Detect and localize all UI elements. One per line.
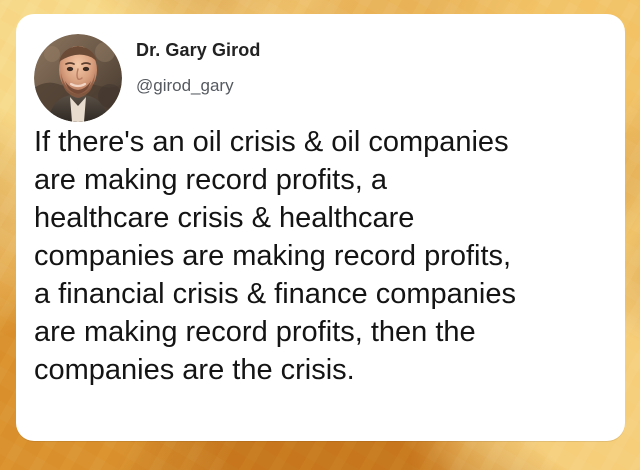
author-handle[interactable]: @girod_gary [136,76,234,96]
avatar-image [34,34,122,122]
avatar[interactable] [34,34,122,122]
tweet-card: Dr. Gary Girod @girod_gary If there's an… [16,14,625,441]
tweet-text: If there's an oil crisis & oil companies… [34,126,516,386]
author-name[interactable]: Dr. Gary Girod [136,40,260,61]
